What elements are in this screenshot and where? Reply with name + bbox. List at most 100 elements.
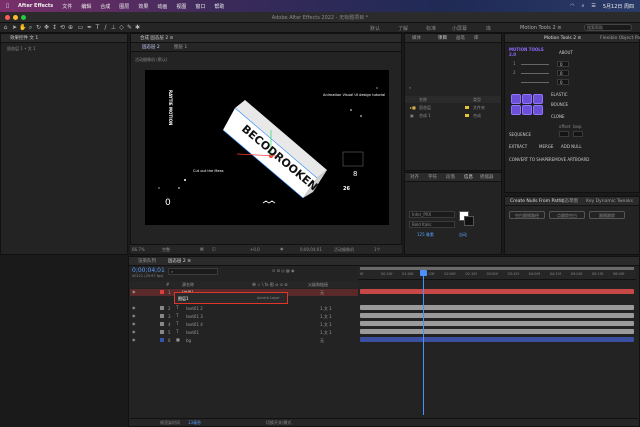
- table-row[interactable]: ◉ 5 T text01 1.文 1: [130, 329, 358, 336]
- tab-timeline-solid-2[interactable]: 固态层 2 ≡: [165, 257, 194, 266]
- mask-toggle-icon[interactable]: ◫: [212, 246, 216, 251]
- anchor-tool-icon[interactable]: ⊕: [67, 24, 74, 31]
- tab-flexible-object[interactable]: Flexible Object Panel: [597, 34, 640, 43]
- playhead[interactable]: [423, 272, 424, 415]
- rectangle-tool-icon[interactable]: ▭: [77, 24, 84, 31]
- toggle-switches-modes[interactable]: 切换开关/模式: [266, 420, 291, 426]
- eye-icon[interactable]: ◉: [132, 321, 136, 326]
- snapshot-icon[interactable]: ◉: [280, 246, 284, 251]
- font-style-select[interactable]: Bold Italic: [409, 221, 455, 228]
- text-tool-icon[interactable]: T: [94, 24, 101, 31]
- clock[interactable]: 5月12日 周四: [603, 3, 634, 10]
- list-item[interactable]: ▣ 合成 1 合成: [405, 112, 501, 119]
- field-2[interactable]: 0: [557, 70, 569, 76]
- eye-icon[interactable]: ◉: [132, 313, 136, 318]
- workspace-default[interactable]: 默认: [370, 25, 380, 32]
- pan-tool-icon[interactable]: ✥: [43, 24, 50, 31]
- workspace-small-screen[interactable]: 小屏幕: [452, 25, 467, 32]
- layer-duration-bar[interactable]: [360, 329, 634, 334]
- points-follow-nulls-button[interactable]: 空白跟随路径: [509, 211, 545, 219]
- sequence-button[interactable]: SEQUENCE: [509, 132, 531, 137]
- playhead-handle[interactable]: [420, 270, 427, 276]
- about-link[interactable]: ABOUT: [559, 50, 573, 55]
- tab-library[interactable]: 库: [471, 34, 482, 43]
- menu-animation[interactable]: 动画: [157, 3, 167, 10]
- eye-icon[interactable]: ◉: [132, 329, 136, 334]
- extract-button[interactable]: EXTRACT: [509, 144, 527, 149]
- layer-parent[interactable]: 1.文 1: [320, 306, 332, 312]
- table-row[interactable]: ◉ 2 T text01 2 1.文 1: [130, 305, 358, 312]
- field-1[interactable]: 0: [557, 61, 569, 67]
- comp-tab-layer-1[interactable]: 图层 1: [171, 43, 190, 52]
- menu-window[interactable]: 窗口: [195, 3, 205, 10]
- workspace-standard[interactable]: 标准: [426, 25, 436, 32]
- tab-render-queue[interactable]: 渲染队列: [135, 257, 159, 266]
- search-icon[interactable]: ⌕: [582, 3, 585, 9]
- slider-3[interactable]: [521, 82, 549, 83]
- wifi-icon[interactable]: ◠: [570, 3, 574, 9]
- rename-field[interactable]: 图层1: [178, 296, 189, 302]
- zoom-tool-icon[interactable]: ⌕: [27, 24, 34, 31]
- quality-select[interactable]: 完整: [162, 247, 170, 253]
- grid-toggle-icon[interactable]: ▦: [200, 246, 204, 251]
- layer-duration-bar[interactable]: [360, 321, 634, 326]
- clone-button[interactable]: CLONE: [551, 114, 565, 119]
- layer-duration-bar[interactable]: [360, 289, 634, 294]
- menu-edit[interactable]: 编辑: [81, 3, 91, 10]
- menu-composition[interactable]: 合成: [100, 3, 110, 10]
- pen-tool-icon[interactable]: ✒: [86, 24, 93, 31]
- tab-paragraph[interactable]: 段落: [443, 173, 458, 182]
- col-name[interactable]: 名称: [419, 97, 427, 103]
- layer-duration-bar[interactable]: [360, 313, 634, 318]
- layer-parent[interactable]: 1.文 1: [320, 322, 332, 328]
- bounce-button[interactable]: BOUNCE: [551, 102, 568, 107]
- tab-brush[interactable]: 画笔: [453, 34, 468, 43]
- eye-icon[interactable]: ◉: [132, 305, 136, 310]
- workspace-learn[interactable]: 了解: [398, 25, 408, 32]
- rename-popup[interactable]: 图层1 Accent Layer: [174, 292, 288, 304]
- zoom-level-select[interactable]: 66.7%: [132, 247, 145, 252]
- tab-info[interactable]: 信息: [461, 173, 476, 182]
- rotate-tool-icon[interactable]: ⟲: [59, 24, 66, 31]
- remove-artboard-button[interactable]: REMOVE ARTBOARD: [549, 157, 589, 162]
- tab-project[interactable]: 项目: [435, 34, 450, 43]
- puppet-tool-icon[interactable]: ✱: [134, 24, 141, 31]
- tab-wiggler[interactable]: 摇摆器: [477, 173, 497, 182]
- composition-viewer[interactable]: BECODROOKEN RAYTIE MOTION Animation Visu…: [145, 70, 389, 225]
- tab-key-tweaks[interactable]: Key Dynamic Tweaks: [583, 197, 636, 206]
- tab-motion-sketch[interactable]: 动态草图: [557, 197, 581, 206]
- motion-workspace-label[interactable]: Motion Tools 2 ≡: [520, 25, 561, 31]
- slider-2[interactable]: [521, 73, 549, 74]
- roto-tool-icon[interactable]: ✎: [126, 24, 133, 31]
- menu-effect[interactable]: 效果: [138, 3, 148, 10]
- eye-icon[interactable]: ◉: [132, 337, 136, 342]
- loop-field[interactable]: [573, 131, 583, 137]
- menu-layer[interactable]: 图层: [119, 3, 129, 10]
- merge-button[interactable]: MERGE: [539, 144, 553, 149]
- menu-help[interactable]: 帮助: [214, 3, 224, 10]
- table-row[interactable]: ◉ 6 ■ bg 无: [130, 337, 358, 344]
- brush-tool-icon[interactable]: /: [102, 24, 109, 31]
- nulls-follow-points-button[interactable]: 点跟踪空白: [549, 211, 585, 219]
- anchor-grid-button[interactable]: [522, 94, 532, 104]
- list-item[interactable]: ▸■ 固态层 文件夹: [405, 104, 501, 111]
- layer-parent[interactable]: 1.文 1: [320, 314, 332, 320]
- layer-parent[interactable]: 无: [320, 290, 324, 296]
- table-row[interactable]: ◉ 4 T text01 4 1.文 1: [130, 321, 358, 328]
- col-type[interactable]: 类型: [473, 97, 481, 103]
- selection-tool-icon[interactable]: ➤: [11, 24, 18, 31]
- trace-path-button[interactable]: 跟随跟踪: [589, 211, 625, 219]
- views-select[interactable]: 1个: [374, 247, 381, 253]
- anchor-grid-button[interactable]: [511, 105, 521, 115]
- tab-effect-controls[interactable]: 效果控件 文 1: [7, 34, 41, 43]
- timeline-timecode[interactable]: 0;00;04;01: [132, 267, 165, 274]
- help-search-input[interactable]: 搜索帮助: [584, 24, 632, 31]
- workspace-libraries[interactable]: 库: [486, 25, 491, 32]
- footer-timecode[interactable]: 0;00;04;01: [300, 247, 322, 252]
- field-3[interactable]: 0: [557, 79, 569, 85]
- anchor-grid-button[interactable]: [533, 94, 543, 104]
- apple-icon[interactable]: : [6, 3, 9, 9]
- tab-align[interactable]: 对齐: [407, 173, 422, 182]
- home-icon[interactable]: ⌂: [2, 24, 9, 31]
- time-ruler[interactable]: 0f 00:15f 01:00f 01:15f 02:00f 02:15f 03:00f 03…: [358, 266, 636, 280]
